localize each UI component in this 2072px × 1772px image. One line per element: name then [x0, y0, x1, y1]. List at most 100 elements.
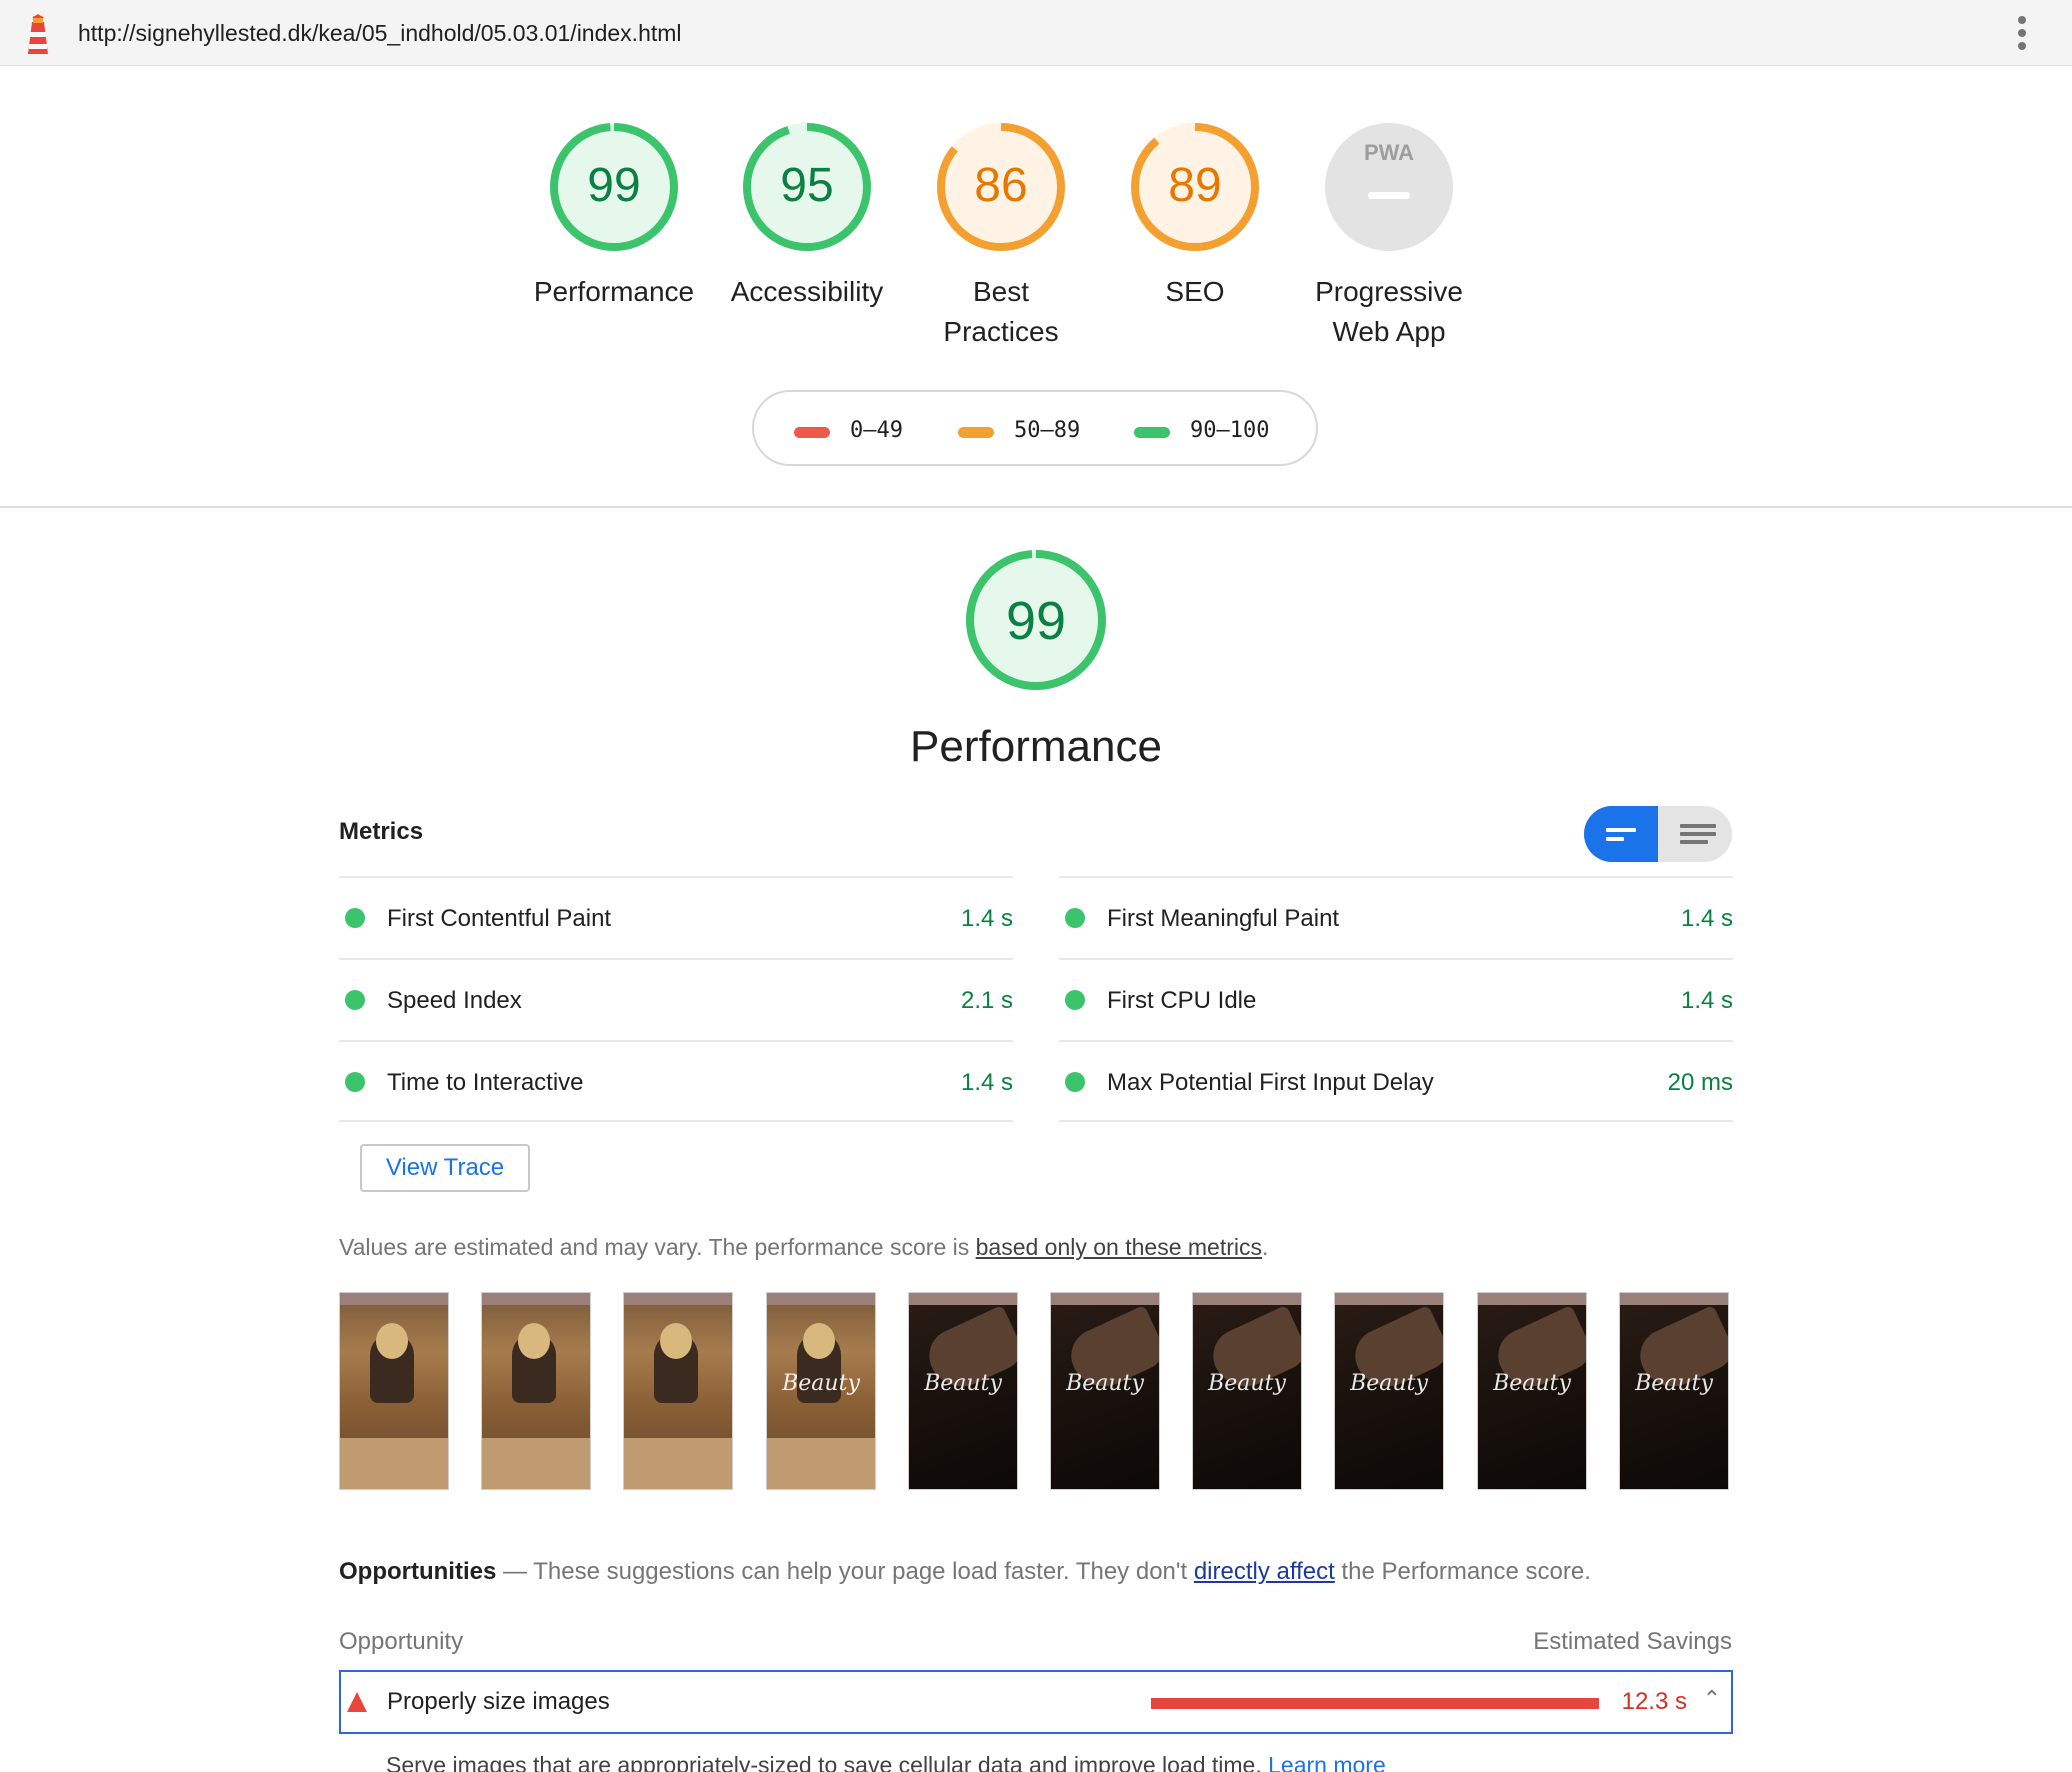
gauge-ring: 89 — [1128, 120, 1262, 254]
gauge-ring: 95 — [740, 120, 874, 254]
chevron-up-icon[interactable]: ⌃ — [1703, 1686, 1721, 1712]
gauge-label: Best Practices — [904, 272, 1098, 352]
frame-table — [624, 1438, 732, 1489]
pass-dot-icon — [345, 990, 365, 1010]
compact-view-button[interactable] — [1584, 806, 1658, 862]
gauge-label-line1: SEO — [1165, 276, 1225, 307]
metric-value: 1.4 s — [960, 1069, 1013, 1096]
legend-fail-swatch — [794, 427, 830, 438]
opportunities-desc-suffix: the Performance score. — [1334, 1558, 1591, 1585]
values-note-suffix: . — [1262, 1234, 1269, 1260]
legend-average-swatch — [958, 427, 994, 438]
frame-table — [767, 1438, 875, 1489]
metrics-view-toggle[interactable] — [1584, 806, 1732, 862]
opportunity-column-header: Opportunity — [339, 1628, 464, 1655]
opportunity-row[interactable]: Properly size images 12.3 s ⌃ — [339, 1670, 1733, 1734]
metrics-column-right: First Meaningful Paint 1.4 s First CPU I… — [1059, 876, 1733, 1122]
gauge-ring: 99 — [547, 120, 681, 254]
opportunities-heading: Opportunities — [339, 1558, 497, 1585]
filmstrip-frame: Beauty — [1619, 1292, 1729, 1490]
opportunity-description: Serve images that are appropriately-size… — [386, 1752, 1386, 1772]
opportunity-savings: 12.3 s — [1621, 1688, 1687, 1715]
metric-value: 1.4 s — [960, 905, 1013, 932]
metric-label: Speed Index — [387, 987, 522, 1014]
gauge-label-line2: Web App — [1332, 316, 1446, 347]
gauge-best-practices[interactable]: 86 Best Practices — [904, 120, 1098, 352]
frame-hair — [803, 1323, 835, 1359]
frame-logo-text: Beauty — [1493, 1371, 1571, 1396]
gauge-label-line1: Accessibility — [730, 276, 884, 307]
frame-statusbar — [1478, 1293, 1586, 1305]
fail-triangle-icon — [347, 1692, 367, 1712]
directly-affect-link[interactable]: directly affect — [1194, 1558, 1335, 1585]
gauge-progressive-web-app[interactable]: PWA Progressive Web App — [1292, 120, 1486, 352]
filmstrip-frame — [339, 1292, 449, 1490]
metric-row: First Contentful Paint 1.4 s — [339, 876, 1013, 958]
opportunities-intro: Opportunities — These suggestions can he… — [339, 1558, 1591, 1586]
gauge-score: 95 — [780, 159, 834, 212]
metric-value: 20 ms — [1667, 1069, 1733, 1096]
gauge-performance[interactable]: 99 Performance — [517, 120, 711, 312]
frame-statusbar — [767, 1293, 875, 1305]
values-note: Values are estimated and may vary. The p… — [339, 1234, 1268, 1261]
metric-row: Speed Index 2.1 s — [339, 958, 1013, 1040]
more-vert-icon[interactable] — [2016, 16, 2028, 52]
frame-logo-text: Beauty — [924, 1371, 1002, 1396]
filmstrip-frame: Beauty — [908, 1292, 1018, 1490]
frame-statusbar — [1193, 1293, 1301, 1305]
pass-dot-icon — [345, 908, 365, 928]
gauge-label: Performance — [517, 272, 711, 312]
metric-label: Max Potential First Input Delay — [1107, 1069, 1434, 1096]
gauge-label-line1: Progressive — [1315, 276, 1463, 307]
gauge-label: Progressive Web App — [1292, 272, 1486, 352]
opportunities-dash: — — [496, 1558, 534, 1585]
metric-label: First Contentful Paint — [387, 905, 612, 932]
filmstrip-frame: Beauty — [1334, 1292, 1444, 1490]
gauge-label-line1: Best — [972, 276, 1030, 307]
metric-row: First Meaningful Paint 1.4 s — [1059, 876, 1733, 958]
legend-pass-swatch — [1134, 427, 1170, 438]
report-url: http://signehyllested.dk/kea/05_indhold/… — [78, 20, 682, 46]
score-legend: 0–49 50–89 90–100 — [752, 390, 1318, 466]
filmstrip-frame: Beauty — [766, 1292, 876, 1490]
performance-big-gauge: 99 — [964, 548, 1108, 692]
pass-dot-icon — [1065, 990, 1085, 1010]
performance-title: Performance — [910, 722, 1162, 771]
gauge-accessibility[interactable]: 95 Accessibility — [710, 120, 904, 312]
filmstrip-frame — [623, 1292, 733, 1490]
gauge-seo[interactable]: 89 SEO — [1098, 120, 1292, 312]
values-note-text: Values are estimated and may vary. The p… — [339, 1234, 976, 1260]
opportunities-desc: These suggestions can help your page loa… — [533, 1558, 1194, 1585]
frame-statusbar — [1335, 1293, 1443, 1305]
metrics-heading: Metrics — [339, 818, 424, 845]
gauge-ring: 86 — [934, 120, 1068, 254]
legend-average-range: 50–89 — [1014, 418, 1081, 443]
view-trace-button[interactable]: View Trace — [360, 1144, 530, 1192]
frame-hair — [518, 1323, 550, 1359]
metric-value: 1.4 s — [1680, 987, 1733, 1014]
learn-more-link[interactable]: Learn more — [1268, 1752, 1386, 1772]
frame-statusbar — [1051, 1293, 1159, 1305]
pass-dot-icon — [345, 1072, 365, 1092]
filmstrip-frame: Beauty — [1192, 1292, 1302, 1490]
gauge-score: 99 — [587, 159, 641, 212]
filmstrip-frame — [481, 1292, 591, 1490]
opportunity-title: Properly size images — [387, 1688, 610, 1715]
frame-statusbar — [482, 1293, 590, 1305]
metric-label: Time to Interactive — [387, 1069, 584, 1096]
filmstrip-frame: Beauty — [1477, 1292, 1587, 1490]
legend-fail-range: 0–49 — [850, 418, 903, 443]
pass-dot-icon — [1065, 908, 1085, 928]
expanded-view-button[interactable] — [1658, 806, 1732, 862]
frame-logo-text: Beauty — [782, 1371, 860, 1396]
url-bar: http://signehyllested.dk/kea/05_indhold/… — [0, 0, 2072, 66]
metrics-scoring-link[interactable]: based only on these metrics — [976, 1234, 1262, 1260]
frame-table — [340, 1438, 448, 1489]
frame-statusbar — [1620, 1293, 1728, 1305]
frame-statusbar — [909, 1293, 1017, 1305]
frame-table — [482, 1438, 590, 1489]
frame-hair — [376, 1323, 408, 1359]
metrics-column-left: First Contentful Paint 1.4 s Speed Index… — [339, 876, 1013, 1122]
frame-hair — [660, 1323, 692, 1359]
gauge-label-line2: Practices — [943, 316, 1059, 347]
